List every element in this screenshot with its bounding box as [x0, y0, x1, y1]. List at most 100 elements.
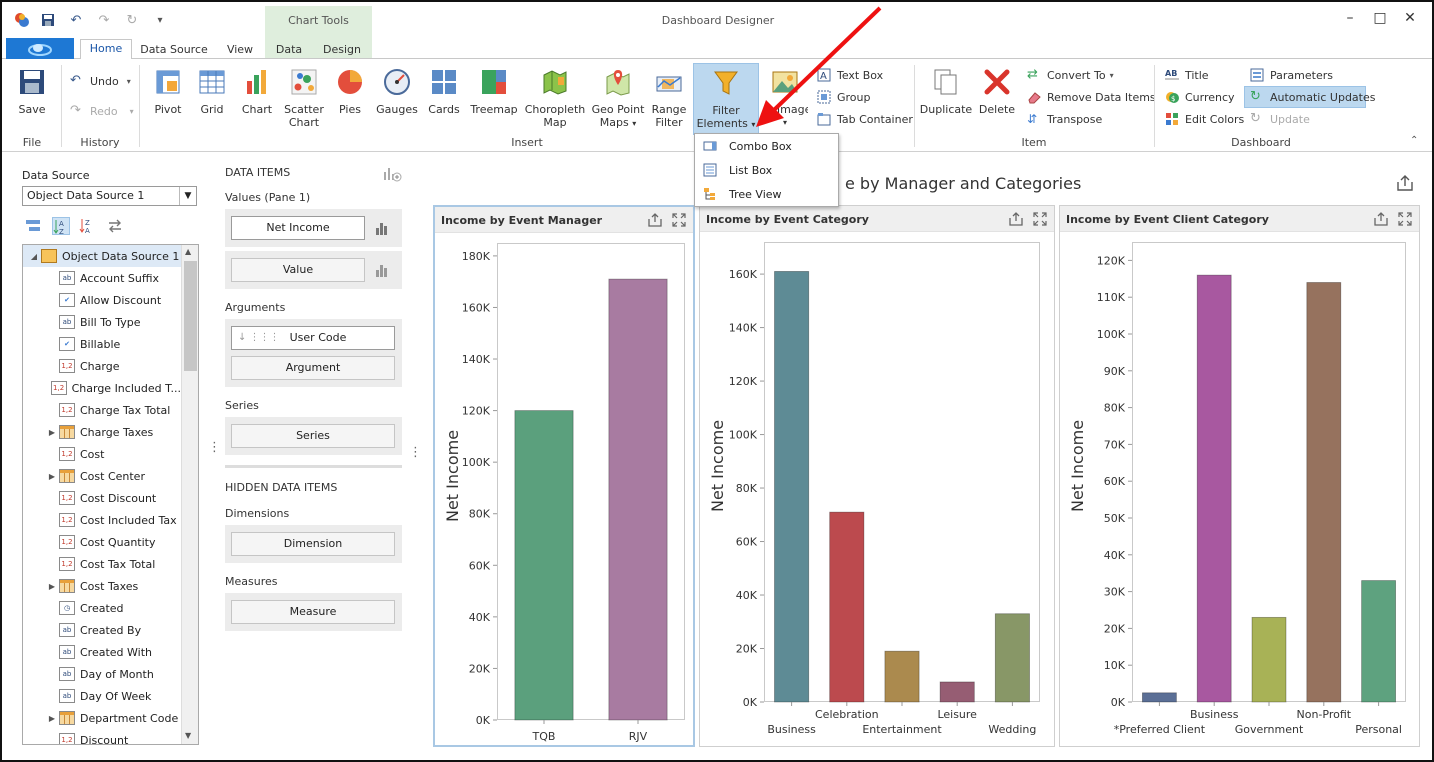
- bar[interactable]: [1251, 616, 1287, 703]
- tree-field-item[interactable]: ✔ Allow Discount: [23, 289, 181, 311]
- tree-field-item[interactable]: ▶ Charge Taxes: [23, 421, 181, 443]
- close-button[interactable]: ✕: [1400, 10, 1420, 26]
- save-icon[interactable]: [40, 12, 56, 28]
- bar[interactable]: [1306, 282, 1342, 703]
- scatter-chart-button[interactable]: Scatter Chart: [282, 59, 326, 139]
- tree-field-item[interactable]: 1,2 Cost: [23, 443, 181, 465]
- bar[interactable]: [1142, 692, 1177, 703]
- gauges-button[interactable]: Gauges: [375, 59, 419, 139]
- dropdown-item-combo-box[interactable]: Combo Box: [695, 135, 838, 157]
- treemap-button[interactable]: Treemap: [470, 59, 518, 139]
- tree-field-item[interactable]: ab Created With: [23, 641, 181, 663]
- title-button[interactable]: AB Title: [1165, 65, 1209, 85]
- tree-field-item[interactable]: ab Account Suffix: [23, 267, 181, 289]
- redo-button[interactable]: ↷ Redo ▾: [70, 101, 134, 121]
- convert-to-button[interactable]: ⇄ Convert To ▾: [1027, 65, 1114, 85]
- update-button[interactable]: ↻ Update: [1250, 109, 1310, 129]
- save-button[interactable]: Save: [10, 59, 54, 139]
- duplicate-button[interactable]: Duplicate: [920, 59, 972, 139]
- pivot-button[interactable]: Pivot: [148, 59, 188, 139]
- delete-button[interactable]: Delete: [976, 59, 1018, 139]
- measure-placeholder[interactable]: Measure: [231, 600, 395, 624]
- collapse-icon[interactable]: ◢: [29, 252, 39, 261]
- parameters-button[interactable]: Parameters: [1250, 65, 1333, 85]
- scrollbar-thumb[interactable]: [184, 261, 197, 371]
- chart-card-event-manager[interactable]: Income by Event Manager Net Income 0K 20K 40…: [433, 205, 695, 747]
- scroll-down-icon[interactable]: ▼: [185, 731, 191, 740]
- data-source-select[interactable]: Object Data Source 1 ▼: [22, 186, 197, 206]
- bar[interactable]: [514, 410, 574, 721]
- tree-field-item[interactable]: 1,2 Charge Tax Total: [23, 399, 181, 421]
- expand-icon[interactable]: ▶: [47, 428, 57, 437]
- bar[interactable]: [774, 271, 810, 703]
- tree-field-item[interactable]: ◷ Created: [23, 597, 181, 619]
- tree-field-item[interactable]: ▶ Cost Center: [23, 465, 181, 487]
- splitter-handle-icon[interactable]: ⋮: [409, 445, 422, 460]
- series-placeholder[interactable]: Series: [231, 424, 395, 448]
- customize-toolbar-icon[interactable]: ▾: [152, 12, 168, 28]
- bar[interactable]: [994, 613, 1030, 703]
- tab-view[interactable]: View: [218, 41, 262, 59]
- export-icon[interactable]: [1396, 174, 1414, 192]
- tree-field-item[interactable]: 1,2 Charge: [23, 355, 181, 377]
- value-placeholder[interactable]: Value: [231, 258, 365, 282]
- sort-ascending-icon[interactable]: AZ: [52, 217, 70, 235]
- refresh-fields-icon[interactable]: [106, 217, 124, 235]
- net-income-item[interactable]: Net Income: [231, 216, 365, 240]
- tree-field-item[interactable]: ab Day of Month: [23, 663, 181, 685]
- tree-field-item[interactable]: 1,2 Cost Discount: [23, 487, 181, 509]
- dropdown-item-tree-view[interactable]: Tree View: [695, 183, 838, 205]
- tree-field-item[interactable]: 1,2 Discount: [23, 729, 181, 744]
- expand-icon[interactable]: ▶: [47, 472, 57, 481]
- bar[interactable]: [884, 650, 920, 703]
- tree-root-item[interactable]: ◢ Object Data Source 1: [23, 245, 181, 267]
- pies-button[interactable]: Pies: [330, 59, 370, 139]
- choropleth-map-button[interactable]: Choropleth Map: [524, 59, 586, 139]
- maximize-button[interactable]: □: [1370, 10, 1390, 26]
- chart-type-icon[interactable]: [375, 263, 389, 277]
- automatic-updates-toggle[interactable]: ↻ Automatic Updates: [1244, 86, 1375, 108]
- chevron-down-icon[interactable]: ▼: [179, 187, 196, 205]
- expand-icon[interactable]: ▶: [47, 582, 57, 591]
- tree-field-item[interactable]: 1,2 Cost Included Tax: [23, 509, 181, 531]
- range-filter-button[interactable]: Range Filter: [648, 59, 690, 139]
- group-fields-icon[interactable]: [24, 217, 42, 235]
- scroll-up-icon[interactable]: ▲: [185, 247, 191, 256]
- collapse-ribbon-icon[interactable]: ⌃: [1410, 135, 1418, 146]
- dropdown-item-list-box[interactable]: List Box: [695, 159, 838, 181]
- transpose-button[interactable]: ⇵ Transpose: [1027, 109, 1102, 129]
- currency-button[interactable]: $ Currency: [1165, 87, 1235, 107]
- tree-field-item[interactable]: 1,2 Charge Included T...: [23, 377, 181, 399]
- bar[interactable]: [1361, 580, 1396, 703]
- file-menu-button[interactable]: [6, 38, 74, 59]
- user-code-item[interactable]: ↓ ⋮⋮⋮ User Code: [231, 326, 395, 350]
- expand-icon[interactable]: ▶: [47, 714, 57, 723]
- chart-card-event-category[interactable]: Income by Event Category Net Income 0K 20K 4…: [699, 205, 1055, 747]
- argument-placeholder[interactable]: Argument: [231, 356, 395, 380]
- add-pane-icon[interactable]: [382, 166, 402, 182]
- bar[interactable]: [939, 681, 975, 703]
- tree-field-item[interactable]: ▶ Cost Taxes: [23, 575, 181, 597]
- tree-field-item[interactable]: ▶ Department Code: [23, 707, 181, 729]
- chart-card-client-category[interactable]: Income by Event Client Category Net Incom…: [1059, 205, 1420, 747]
- remove-data-items-button[interactable]: Remove Data Items: [1027, 87, 1156, 107]
- redo-icon[interactable]: ↷: [96, 12, 112, 28]
- tab-design[interactable]: Design: [318, 41, 366, 59]
- tree-field-item[interactable]: ✔ Billable: [23, 333, 181, 355]
- edit-colors-button[interactable]: Edit Colors: [1165, 109, 1244, 129]
- bar[interactable]: [829, 511, 865, 703]
- undo-button[interactable]: ↶ Undo ▾: [70, 71, 131, 91]
- cards-button[interactable]: Cards: [424, 59, 464, 139]
- tree-scrollbar[interactable]: ▲ ▼: [181, 245, 198, 744]
- tree-field-item[interactable]: ab Day Of Week: [23, 685, 181, 707]
- tree-field-item[interactable]: 1,2 Cost Quantity: [23, 531, 181, 553]
- minimize-button[interactable]: –: [1340, 10, 1360, 26]
- dimension-placeholder[interactable]: Dimension: [231, 532, 395, 556]
- refresh-icon[interactable]: ↻: [124, 12, 140, 28]
- tree-field-item[interactable]: ab Bill To Type: [23, 311, 181, 333]
- bar[interactable]: [608, 278, 668, 721]
- tree-field-item[interactable]: 1,2 Cost Tax Total: [23, 553, 181, 575]
- bar[interactable]: [1196, 274, 1232, 703]
- sort-descending-icon[interactable]: ZA: [79, 217, 97, 235]
- tab-home[interactable]: Home: [80, 39, 132, 60]
